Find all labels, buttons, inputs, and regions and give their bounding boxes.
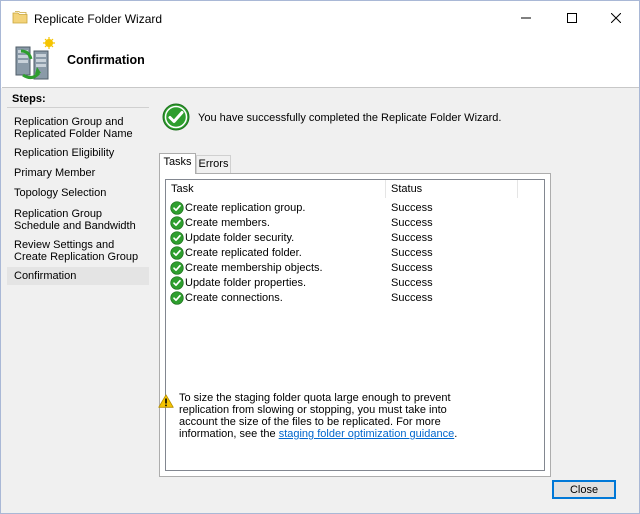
task-status: Success (391, 277, 433, 289)
table-row[interactable]: Update folder properties. Success (166, 276, 544, 291)
success-check-icon (170, 216, 184, 230)
replication-servers-icon (15, 37, 55, 80)
warning-end: . (454, 428, 458, 440)
success-check-icon (170, 291, 184, 305)
tab-tasks[interactable]: Tasks (159, 153, 196, 174)
window-title: Replicate Folder Wizard (34, 12, 163, 26)
step-primary-member[interactable]: Primary Member (14, 167, 144, 179)
step-replication-group-name[interactable]: Replication Group and Replicated Folder … (14, 116, 144, 140)
steps-title: Steps: (12, 93, 46, 105)
folder-icon (12, 11, 28, 24)
title-bar: Replicate Folder Wizard (1, 1, 639, 35)
success-check-icon (162, 103, 190, 131)
success-check-icon (170, 201, 184, 215)
step-schedule-bandwidth[interactable]: Replication Group Schedule and Bandwidth (14, 208, 144, 232)
list-header: Task Status (166, 180, 544, 198)
main-content: You have successfully completed the Repl… (153, 88, 639, 513)
staging-warning: To size the staging folder quota large e… (179, 392, 479, 440)
success-check-icon (170, 261, 184, 275)
success-check-icon (170, 276, 184, 290)
task-status: Success (391, 292, 433, 304)
task-name: Create replicated folder. (185, 247, 302, 259)
task-name: Create replication group. (185, 202, 306, 214)
task-status: Success (391, 232, 433, 244)
task-status: Success (391, 262, 433, 274)
table-row[interactable]: Create replicated folder. Success (166, 246, 544, 261)
task-name: Create connections. (185, 292, 283, 304)
maximize-button[interactable] (549, 1, 595, 35)
close-window-button[interactable] (593, 1, 639, 35)
task-name: Create membership objects. (185, 262, 323, 274)
table-row[interactable]: Create members. Success (166, 216, 544, 231)
task-status: Success (391, 202, 433, 214)
column-header-status[interactable]: Status (386, 180, 518, 198)
step-confirmation[interactable]: Confirmation (7, 267, 149, 285)
task-name: Update folder security. (185, 232, 295, 244)
success-check-icon (170, 246, 184, 260)
task-name: Update folder properties. (185, 277, 307, 289)
table-row[interactable]: Create membership objects. Success (166, 261, 544, 276)
table-row[interactable]: Update folder security. Success (166, 231, 544, 246)
minimize-icon (521, 17, 531, 19)
success-message: You have successfully completed the Repl… (198, 112, 502, 124)
minimize-button[interactable] (503, 1, 549, 35)
step-topology-selection[interactable]: Topology Selection (14, 187, 144, 199)
task-status: Success (391, 247, 433, 259)
staging-guidance-link[interactable]: staging folder optimization guidance (279, 428, 455, 440)
table-row[interactable]: Create replication group. Success (166, 201, 544, 216)
close-icon (611, 13, 621, 23)
close-button[interactable]: Close (552, 480, 616, 499)
column-header-task[interactable]: Task (166, 180, 386, 198)
replicate-folder-wizard-window: Replicate Folder Wizard Confirmation Ste… (0, 0, 640, 514)
task-status: Success (391, 217, 433, 229)
steps-title-divider (7, 107, 149, 108)
step-review-settings[interactable]: Review Settings and Create Replication G… (14, 239, 144, 263)
table-row[interactable]: Create connections. Success (166, 291, 544, 306)
warning-icon (158, 394, 174, 408)
task-name: Create members. (185, 217, 270, 229)
wizard-header: Confirmation (1, 35, 639, 87)
page-heading: Confirmation (67, 53, 145, 67)
steps-panel: Steps: Replication Group and Replicated … (1, 88, 153, 513)
success-check-icon (170, 231, 184, 245)
tab-errors[interactable]: Errors (196, 155, 231, 174)
maximize-icon (567, 13, 577, 23)
step-replication-eligibility[interactable]: Replication Eligibility (14, 147, 144, 159)
